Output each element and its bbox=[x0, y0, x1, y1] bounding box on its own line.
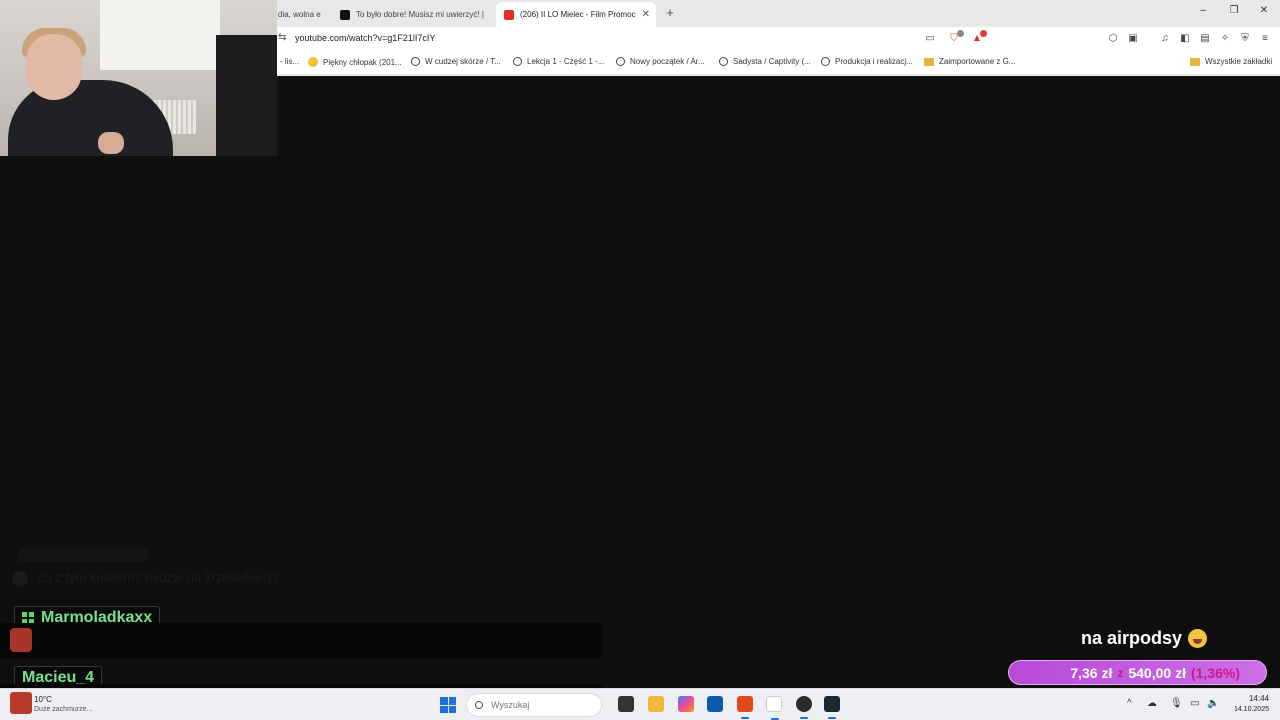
vpn-icon[interactable]: ⛨ bbox=[1238, 32, 1252, 46]
cast-icon[interactable]: ▭ bbox=[923, 32, 937, 46]
chat-ghost-header bbox=[18, 548, 148, 562]
music-icon[interactable]: ♫ bbox=[1158, 32, 1172, 46]
donation-separator: z bbox=[1117, 665, 1124, 680]
taskbar-search[interactable]: Wyszukaj bbox=[466, 693, 602, 717]
onedrive-icon[interactable]: ☁ bbox=[1147, 698, 1157, 709]
donation-message: na airpodsy bbox=[1081, 628, 1207, 649]
all-bookmarks-folder[interactable]: Wszystkie zakładki bbox=[1190, 57, 1272, 66]
brave-browser-icon[interactable] bbox=[737, 696, 753, 719]
globe-icon bbox=[616, 57, 625, 66]
leo-ai-icon[interactable]: ✧ bbox=[1218, 32, 1232, 46]
bookmark-item[interactable]: Sadysta / Captivity (... bbox=[719, 57, 811, 66]
url-field[interactable]: youtube.com/watch?v=g1F21lI7cIY bbox=[295, 33, 435, 43]
folder-icon bbox=[1190, 57, 1200, 66]
notes-app-icon[interactable] bbox=[766, 696, 782, 720]
store-icon[interactable] bbox=[707, 696, 723, 712]
donation-current: 7,36 zł bbox=[1070, 664, 1113, 681]
file-explorer-icon[interactable] bbox=[648, 696, 664, 712]
bookmark-item[interactable]: W cudzej skórze / T... bbox=[411, 57, 501, 66]
sidebar-icon[interactable]: ◧ bbox=[1178, 32, 1192, 46]
close-window-button[interactable]: ✕ bbox=[1255, 5, 1273, 16]
tab-tiktok[interactable]: To było dobre! Musisz mi uwierzyć! | bbox=[332, 2, 492, 27]
webcam-feed bbox=[0, 0, 277, 156]
tab-label: To było dobre! Musisz mi uwierzyć! | bbox=[356, 10, 484, 19]
start-windows-icon[interactable] bbox=[440, 697, 456, 713]
network-icon[interactable]: ▭ bbox=[1190, 698, 1199, 709]
donation-goal-bar: 7,36 zł z 540,00 zł (1,36%) bbox=[1008, 660, 1267, 685]
globe-icon bbox=[513, 57, 522, 66]
tab-dia[interactable]: dia, wolna e bbox=[270, 2, 328, 27]
tab-label: dia, wolna e bbox=[278, 10, 321, 19]
taskbar: 10°C Duże zachmurze... Wyszukaj ^ ☁ 🎙 ▭ … bbox=[0, 688, 1280, 720]
chat-ghost-avatar bbox=[12, 571, 28, 587]
tiktok-icon bbox=[340, 9, 350, 20]
webcam-person-hand bbox=[98, 132, 124, 154]
webcam-dark-object bbox=[216, 35, 277, 156]
globe-icon bbox=[411, 57, 420, 66]
copilot-icon[interactable] bbox=[678, 696, 694, 712]
donation-goal: 540,00 zł bbox=[1128, 664, 1186, 681]
weather-icon[interactable] bbox=[10, 692, 32, 714]
minimize-button[interactable]: – bbox=[1194, 5, 1212, 16]
bookmark-item[interactable]: Piękny chłopak (201... bbox=[308, 57, 402, 67]
extensions-icon[interactable]: ⬡ bbox=[1106, 32, 1120, 46]
donation-percent: (1,36%) bbox=[1190, 664, 1240, 681]
new-tab-button[interactable]: + bbox=[662, 5, 678, 20]
bookmark-item[interactable]: Nowy początek / Ar... bbox=[616, 57, 705, 66]
weather-description[interactable]: Duże zachmurze... bbox=[34, 706, 92, 713]
webcam-person-face bbox=[26, 34, 82, 100]
close-tab-icon[interactable]: ✕ bbox=[636, 9, 650, 20]
chat-message-bar bbox=[0, 623, 602, 659]
bookmark-item[interactable]: Lekcja 1 - Część 1 -... bbox=[513, 57, 604, 66]
folder-icon bbox=[924, 57, 934, 66]
tab-label: (206) II LO Mielec - Film Promoc bbox=[520, 10, 636, 19]
steam-icon[interactable] bbox=[824, 696, 840, 719]
menu-icon[interactable]: ≡ bbox=[1258, 32, 1272, 46]
bookmark-item[interactable]: Produkcja i realizacj... bbox=[821, 57, 913, 66]
weather-temperature[interactable]: 10°C bbox=[34, 695, 52, 704]
reader-icon[interactable]: ▣ bbox=[1126, 32, 1140, 46]
taskbar-time[interactable]: 14:44 bbox=[1229, 694, 1269, 703]
chevron-up-icon[interactable]: ^ bbox=[1127, 698, 1132, 709]
rewards-badge bbox=[980, 30, 987, 37]
obs-icon[interactable] bbox=[796, 696, 812, 719]
emoji-icon bbox=[308, 57, 318, 67]
wallet-icon[interactable]: ▤ bbox=[1198, 32, 1212, 46]
task-view-icon[interactable] bbox=[618, 696, 634, 712]
globe-icon bbox=[719, 57, 728, 66]
maximize-button[interactable]: ❐ bbox=[1225, 5, 1243, 16]
webcam-window bbox=[100, 0, 220, 70]
shield-badge bbox=[957, 30, 964, 37]
chat-ghost-message: co z tym kolkiem? będzie na krzesełkie()… bbox=[38, 570, 279, 585]
tab-youtube[interactable]: (206) II LO Mielec - Film Promoc ✕ bbox=[496, 2, 656, 27]
screen: dia, wolna e To było dobre! Musisz mi uw… bbox=[0, 0, 1280, 720]
search-icon bbox=[475, 701, 483, 709]
microphone-icon[interactable]: 🎙 bbox=[1170, 698, 1183, 709]
chat-avatar bbox=[10, 628, 32, 652]
globe-icon bbox=[821, 57, 830, 66]
volume-icon[interactable]: 🔈 bbox=[1207, 698, 1219, 709]
bookmark-folder[interactable]: Zaimportowane z G... bbox=[924, 57, 1015, 66]
pleading-face-emoji-icon bbox=[1188, 629, 1207, 648]
youtube-icon bbox=[504, 9, 514, 20]
bookmark-item[interactable]: - lis... bbox=[280, 57, 299, 66]
site-info-icon[interactable]: ⇆ bbox=[278, 32, 286, 43]
taskbar-date[interactable]: 14.10.2025 bbox=[1225, 706, 1269, 713]
